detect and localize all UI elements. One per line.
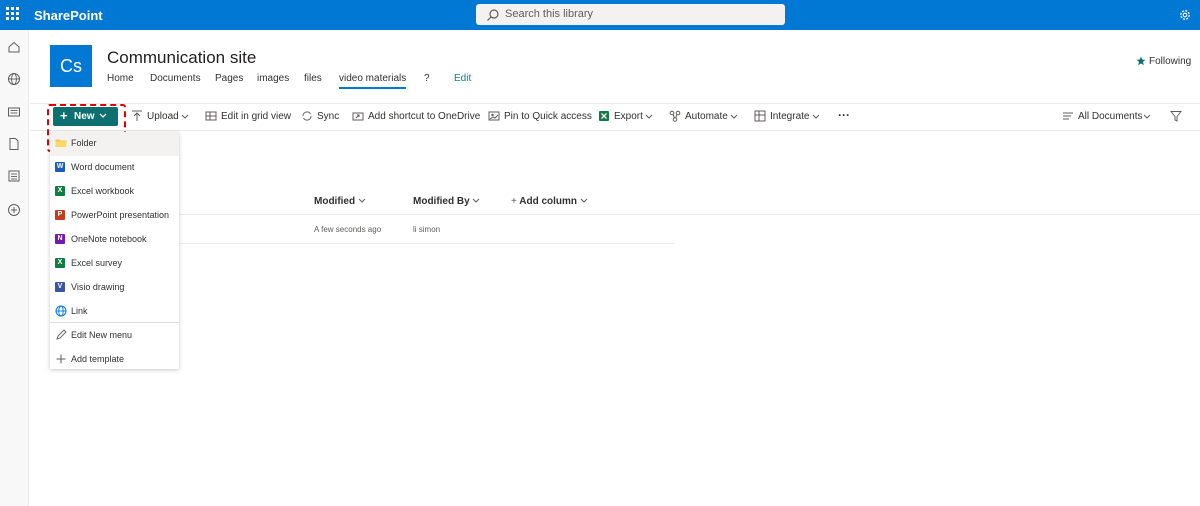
menu-item-link[interactable]: Link: [50, 300, 179, 324]
automate-label: Automate: [685, 111, 728, 122]
menu-item-label: Visio drawing: [71, 282, 125, 292]
integrate-icon: [754, 110, 766, 122]
star-icon: [1136, 56, 1146, 66]
chevron-down-icon[interactable]: [1143, 114, 1151, 120]
suite-bar: SharePoint Search this library: [0, 0, 1200, 30]
brand-name[interactable]: SharePoint: [34, 8, 103, 23]
column-header-modified[interactable]: Modified: [314, 196, 366, 207]
add-shortcut-label: Add shortcut to OneDrive: [368, 111, 481, 122]
word-icon: W: [55, 162, 65, 172]
filter-icon[interactable]: [1170, 110, 1182, 122]
more-options-button[interactable]: ···: [838, 108, 850, 122]
folder-icon: [55, 139, 67, 147]
add-column-label: Add column: [519, 196, 578, 207]
column-modified-by-label: Modified By: [413, 196, 470, 207]
menu-item-label: Excel survey: [71, 258, 123, 268]
view-list-icon: [1063, 112, 1073, 120]
plus-icon: +: [511, 196, 517, 207]
add-column-button[interactable]: + Add column: [511, 196, 588, 207]
menu-item-powerpoint[interactable]: P PowerPoint presentation: [50, 204, 179, 228]
create-icon[interactable]: [7, 203, 21, 217]
grid-view-label: Edit in grid view: [221, 111, 292, 122]
menu-item-word-document[interactable]: W Word document: [50, 156, 179, 180]
nav-item-pages[interactable]: Pages: [215, 73, 243, 84]
chevron-down-icon[interactable]: [812, 114, 820, 120]
nav-edit-link[interactable]: Edit: [454, 73, 471, 84]
follow-button[interactable]: Following: [1136, 56, 1191, 67]
nav-item-home[interactable]: Home: [107, 73, 134, 84]
chevron-down-icon: [580, 198, 588, 203]
menu-item-label: Add template: [71, 354, 125, 364]
menu-item-folder[interactable]: Folder: [50, 132, 179, 156]
export-label: Export: [614, 111, 643, 122]
sync-label: Sync: [317, 111, 340, 122]
menu-item-label: Word document: [71, 162, 135, 172]
menu-item-excel-workbook[interactable]: X Excel workbook: [50, 180, 179, 204]
site-logo[interactable]: Cs: [50, 45, 92, 87]
nav-item-documents[interactable]: Documents: [150, 73, 201, 84]
pin-label: Pin to Quick access: [504, 111, 592, 122]
nav-item-files[interactable]: files: [304, 73, 322, 84]
chevron-down-icon[interactable]: [181, 114, 189, 120]
menu-item-excel-survey[interactable]: X Excel survey: [50, 252, 179, 276]
menu-item-label: Excel workbook: [71, 186, 135, 196]
nav-item-images[interactable]: images: [257, 73, 289, 84]
upload-label: Upload: [147, 111, 179, 122]
pin-icon: [488, 111, 500, 121]
nav-item-question[interactable]: ?: [424, 73, 430, 84]
search-placeholder: Search this library: [505, 8, 594, 20]
cell-modified: A few seconds ago: [314, 225, 382, 234]
site-title[interactable]: Communication site: [107, 48, 256, 68]
nav-item-video-materials[interactable]: video materials: [339, 73, 407, 89]
menu-item-label: PowerPoint presentation: [71, 210, 170, 220]
menu-item-label: Link: [71, 306, 88, 316]
globe-icon[interactable]: [7, 72, 21, 86]
menu-item-label: Edit New menu: [71, 330, 133, 340]
chevron-down-icon: [473, 198, 480, 203]
lists-icon[interactable]: [7, 169, 21, 183]
excel-icon: X: [55, 185, 67, 197]
search-icon: [487, 9, 499, 21]
globe-icon: [55, 305, 67, 317]
menu-item-label: Folder: [71, 138, 97, 148]
chevron-down-icon: [358, 198, 366, 203]
menu-divider: [50, 322, 179, 323]
cell-modified-by[interactable]: li simon: [413, 225, 440, 234]
upload-icon: [132, 110, 142, 121]
excel-icon: [599, 111, 609, 121]
menu-item-edit-new-menu[interactable]: Edit New menu: [50, 324, 179, 348]
grid-icon: [205, 111, 217, 121]
plus-icon: [56, 354, 66, 364]
chevron-down-icon[interactable]: [730, 114, 738, 120]
pencil-icon: [56, 329, 67, 340]
column-modified-label: Modified: [314, 196, 356, 207]
menu-item-visio-drawing[interactable]: V Visio drawing: [50, 276, 179, 300]
table-row-divider: [179, 243, 675, 244]
visio-icon: V: [55, 281, 67, 293]
onenote-icon: N: [55, 233, 67, 245]
integrate-label: Integrate: [770, 111, 810, 122]
search-input[interactable]: Search this library: [476, 4, 785, 25]
app-rail: [0, 30, 29, 506]
home-icon[interactable]: [7, 40, 21, 54]
shortcut-icon: [352, 112, 364, 121]
excel-icon: X: [55, 257, 67, 269]
new-dropdown-menu: Folder W Word document X Excel workbook …: [50, 132, 179, 369]
file-icon[interactable]: [7, 137, 21, 151]
app-launcher-icon[interactable]: [6, 7, 20, 21]
menu-item-add-template[interactable]: Add template: [50, 348, 179, 372]
follow-label: Following: [1149, 56, 1192, 67]
news-icon[interactable]: [7, 105, 21, 119]
view-selector-label: All Documents: [1078, 111, 1143, 122]
sync-icon: [302, 111, 312, 121]
powerpoint-icon: P: [55, 209, 67, 221]
menu-item-label: OneNote notebook: [71, 234, 147, 244]
column-header-modified-by[interactable]: Modified By: [413, 196, 480, 207]
gear-icon[interactable]: [1178, 8, 1192, 22]
menu-item-onenote[interactable]: N OneNote notebook: [50, 228, 179, 252]
table-header-divider: [179, 214, 1200, 215]
chevron-down-icon[interactable]: [645, 114, 653, 120]
automate-icon: [669, 110, 681, 122]
